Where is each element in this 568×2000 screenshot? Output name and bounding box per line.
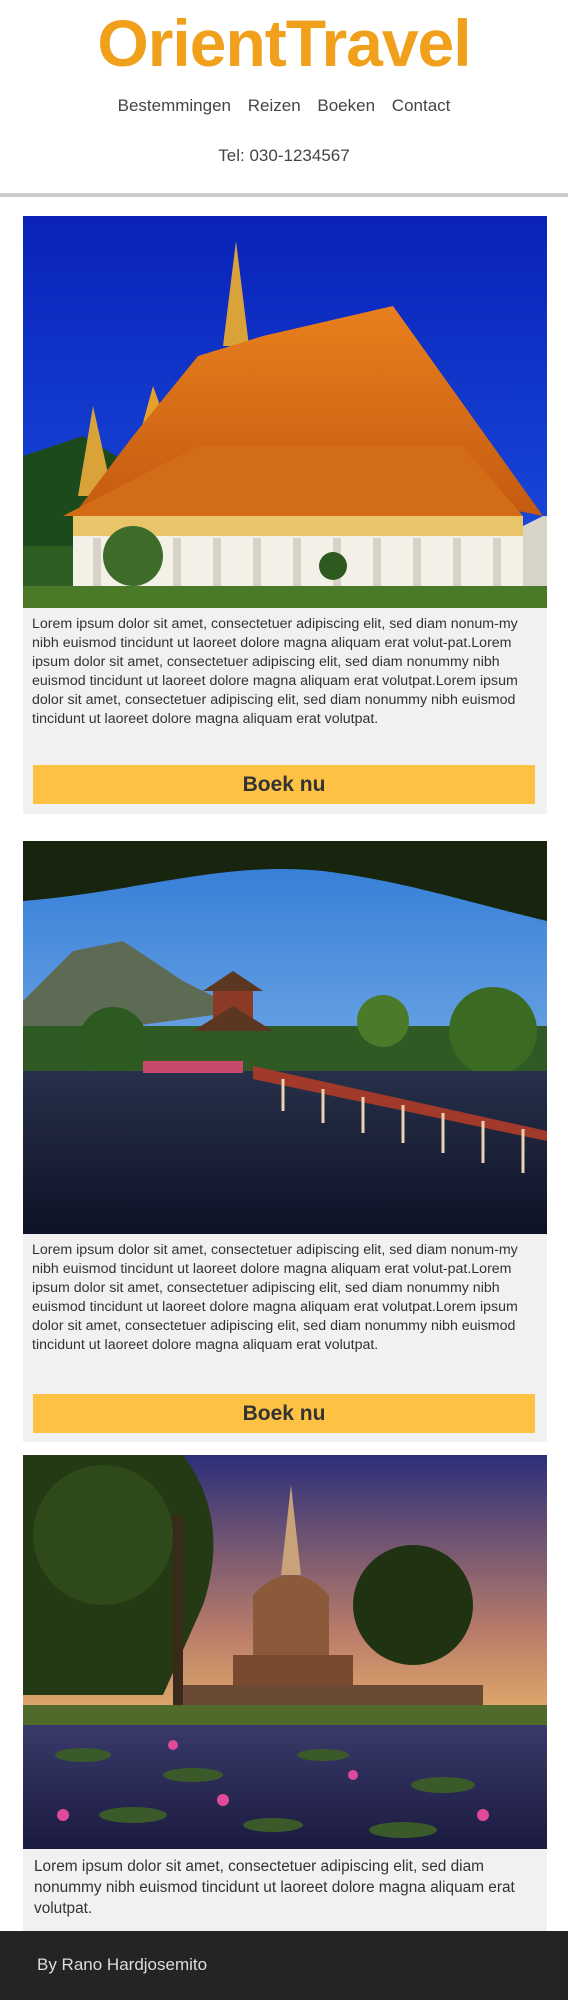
destination-card-2: Lorem ipsum dolor sit amet, consectetuer… bbox=[23, 841, 547, 1442]
site-footer: By Rano Hardjosemito bbox=[0, 1931, 568, 2000]
site-logo[interactable]: OrientTravel bbox=[0, 0, 568, 80]
card-description: Lorem ipsum dolor sit amet, consectetuer… bbox=[34, 1858, 515, 1917]
site-header: OrientTravel Bestemmingen Reizen Boeken … bbox=[0, 0, 568, 197]
nav-link-reizen[interactable]: Reizen bbox=[248, 96, 301, 115]
footer-credit: By Rano Hardjosemito bbox=[37, 1955, 208, 1974]
nav-link-boeken[interactable]: Boeken bbox=[317, 96, 375, 115]
nav-link-contact[interactable]: Contact bbox=[392, 96, 451, 115]
destination-card-1: Lorem ipsum dolor sit amet, consectetuer… bbox=[23, 216, 547, 814]
nav-link-bestemmingen[interactable]: Bestemmingen bbox=[118, 96, 231, 115]
korean-pavilion-lake-photo bbox=[23, 841, 547, 1234]
card-description: Lorem ipsum dolor sit amet, consectetuer… bbox=[32, 616, 518, 727]
cambodian-royal-palace-photo bbox=[23, 216, 547, 608]
thai-temple-lotus-pond-photo bbox=[23, 1455, 547, 1849]
book-now-button[interactable]: Boek nu bbox=[33, 1394, 535, 1433]
phone-number: Tel: 030-1234567 bbox=[218, 146, 350, 165]
main-nav: Bestemmingen Reizen Boeken Contact bbox=[0, 96, 568, 116]
destination-card-3: Lorem ipsum dolor sit amet, consectetuer… bbox=[23, 1455, 547, 1932]
card-description: Lorem ipsum dolor sit amet, consectetuer… bbox=[32, 1242, 518, 1353]
book-now-button[interactable]: Boek nu bbox=[33, 765, 535, 804]
